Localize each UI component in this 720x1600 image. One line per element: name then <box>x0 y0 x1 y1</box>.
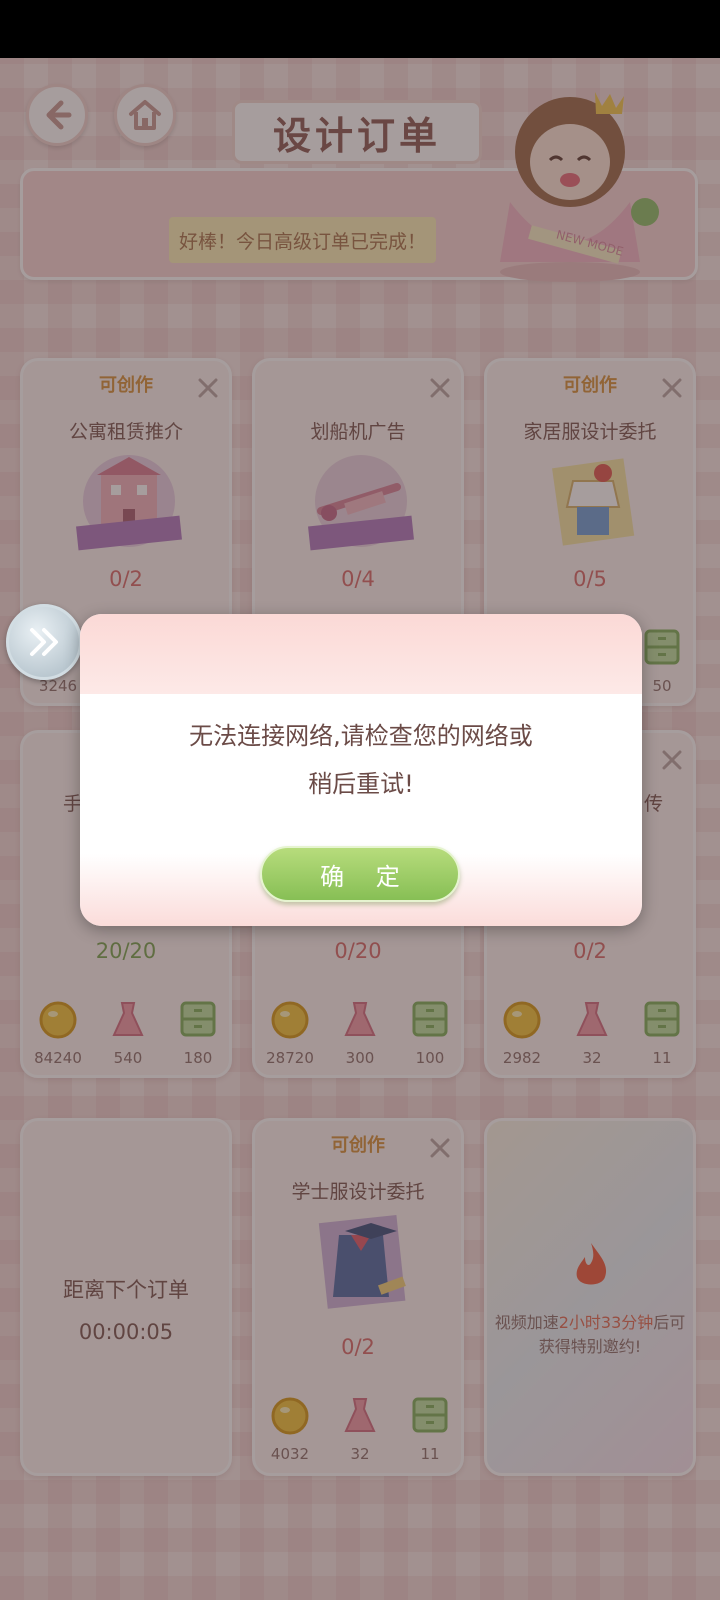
network-error-dialog: 无法连接网络,请检查您的网络或 稍后重试! 确 定 <box>80 614 642 926</box>
double-chevron-right-icon <box>30 628 58 656</box>
side-expand-button[interactable] <box>6 604 82 680</box>
confirm-button[interactable]: 确 定 <box>260 846 460 902</box>
dialog-message-line2: 稍后重试! <box>308 770 414 798</box>
dialog-top-decoration <box>80 614 642 694</box>
dialog-message-line1: 无法连接网络,请检查您的网络或 <box>189 722 533 750</box>
status-bar <box>0 0 720 58</box>
